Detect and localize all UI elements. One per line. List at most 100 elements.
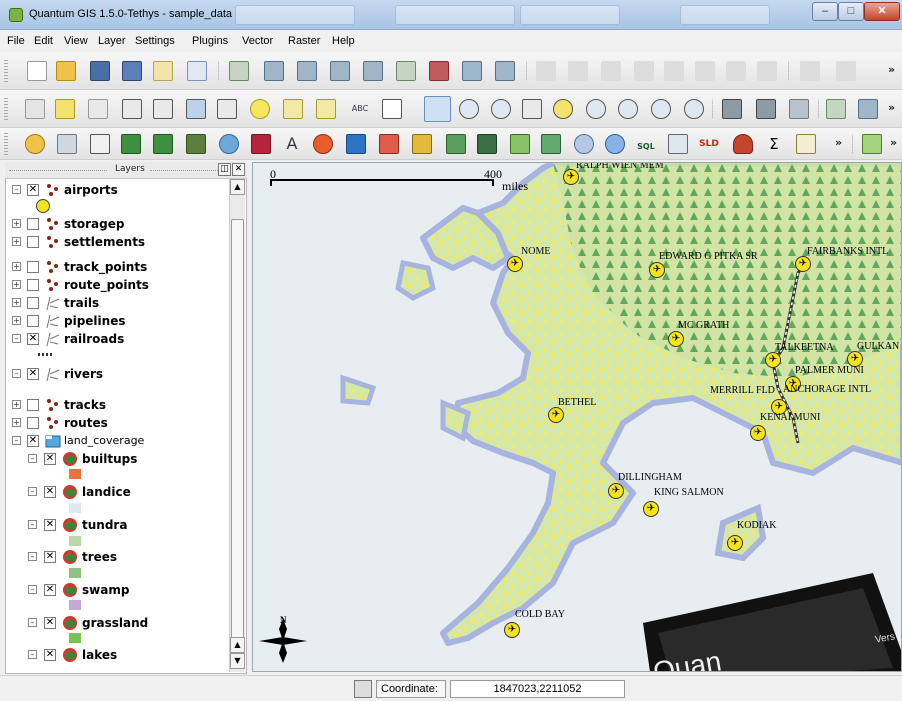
cut-features-icon[interactable]	[695, 61, 715, 81]
shapefile-import-icon[interactable]	[251, 134, 271, 154]
undo-icon[interactable]	[800, 61, 820, 81]
gps-tools-icon[interactable]	[25, 134, 45, 154]
sublayer-row-trees[interactable]: – ✕ trees	[6, 548, 230, 566]
select-tool-icon[interactable]	[25, 99, 45, 119]
coordinate-field[interactable]: 1847023,2211052	[450, 680, 625, 698]
add-vector-icon[interactable]	[264, 61, 284, 81]
layer-checkbox[interactable]: ✕	[27, 435, 39, 447]
zoom-selection-icon[interactable]	[553, 99, 573, 119]
menu-plugins[interactable]: Plugins	[192, 35, 228, 47]
map-tips-icon[interactable]	[250, 99, 270, 119]
collapse-icon[interactable]: –	[12, 436, 21, 445]
collapse-icon[interactable]: –	[28, 650, 37, 659]
menu-raster[interactable]: Raster	[288, 35, 320, 47]
menu-vector[interactable]: Vector	[242, 35, 273, 47]
color-ramp-icon[interactable]	[412, 134, 432, 154]
layer-checkbox[interactable]: ✕	[44, 519, 56, 531]
refresh-icon[interactable]	[684, 99, 704, 119]
layer-row-storagep[interactable]: + storagep	[6, 215, 230, 233]
layer-checkbox[interactable]	[27, 236, 39, 248]
layer-checkbox[interactable]	[27, 297, 39, 309]
delete-selected-icon[interactable]	[664, 61, 684, 81]
expand-icon[interactable]: +	[12, 418, 21, 427]
new-vector-layer-icon[interactable]	[495, 61, 515, 81]
panel-close-button[interactable]: ✕	[232, 163, 245, 176]
grass-open-icon[interactable]	[121, 134, 141, 154]
menu-help[interactable]: Help	[332, 35, 355, 47]
collapse-icon[interactable]: –	[28, 585, 37, 594]
menu-settings[interactable]: Settings	[135, 35, 175, 47]
label-a-icon[interactable]: A	[282, 134, 302, 154]
sublayer-row-lakes[interactable]: – ✕ lakes	[6, 646, 230, 664]
raster-stretch-icon[interactable]	[756, 99, 776, 119]
grass-vector-icon[interactable]	[153, 134, 173, 154]
layer-row-rivers[interactable]: – ✕ rivers	[6, 365, 230, 383]
zoom-out-icon[interactable]	[491, 99, 511, 119]
save-as-icon[interactable]	[122, 61, 142, 81]
layer-row-pipelines[interactable]: + pipelines	[6, 312, 230, 330]
new-bookmark-icon[interactable]	[283, 99, 303, 119]
save-edits-icon[interactable]	[568, 61, 588, 81]
copy-features-icon[interactable]	[726, 61, 746, 81]
scroll-up-icon[interactable]: ▲	[230, 637, 245, 653]
zoom-in-icon[interactable]	[459, 99, 479, 119]
layer-row-track-points[interactable]: + track_points	[6, 258, 230, 276]
menu-file[interactable]: File	[7, 35, 25, 47]
osm-icon[interactable]	[510, 134, 530, 154]
scroll-up-icon[interactable]: ▲	[230, 179, 245, 195]
digitize-icon[interactable]	[229, 61, 249, 81]
add-plugin-icon[interactable]	[862, 134, 882, 154]
menu-edit[interactable]: Edit	[34, 35, 53, 47]
expand-icon[interactable]: +	[12, 298, 21, 307]
toggle-editing-icon[interactable]	[536, 61, 556, 81]
deselect-icon[interactable]	[88, 99, 108, 119]
add-spatialite-icon[interactable]	[363, 61, 383, 81]
print-composer-icon[interactable]	[153, 61, 173, 81]
mapserver-icon[interactable]	[477, 134, 497, 154]
expand-icon[interactable]: +	[12, 280, 21, 289]
toolbar-grip[interactable]	[4, 98, 8, 120]
select-features-icon[interactable]	[55, 99, 75, 119]
layer-checkbox[interactable]	[27, 279, 39, 291]
sublayer-row-tundra[interactable]: – ✕ tundra	[6, 516, 230, 534]
add-raster-icon[interactable]	[297, 61, 317, 81]
layer-row-settlements[interactable]: + settlements	[6, 233, 230, 251]
layer-checkbox[interactable]	[27, 315, 39, 327]
close-button[interactable]: ✕	[864, 2, 900, 21]
navigation-icon[interactable]	[605, 134, 625, 154]
minimize-button[interactable]: –	[812, 2, 838, 21]
statistics-icon[interactable]: Σ	[764, 134, 784, 154]
sublayer-row-swamp[interactable]: – ✕ swamp	[6, 581, 230, 599]
raster-histogram-icon[interactable]	[722, 99, 742, 119]
collapse-icon[interactable]: –	[28, 520, 37, 529]
remove-layer-icon[interactable]	[429, 61, 449, 81]
add-wfs-icon[interactable]	[462, 61, 482, 81]
save-project-icon[interactable]	[90, 61, 110, 81]
pan-map-icon[interactable]	[424, 96, 451, 122]
capture-point-icon[interactable]	[601, 61, 621, 81]
grass-raster-icon[interactable]	[186, 134, 206, 154]
measure-line-icon[interactable]	[153, 99, 173, 119]
measure-angle-icon[interactable]	[217, 99, 237, 119]
zoom-last-icon[interactable]	[618, 99, 638, 119]
table-manager-icon[interactable]	[541, 134, 561, 154]
menu-layer[interactable]: Layer	[98, 35, 126, 47]
collapse-icon[interactable]: –	[12, 334, 21, 343]
zoom-full-icon[interactable]	[522, 99, 542, 119]
layer-row-routes[interactable]: + routes	[6, 414, 230, 432]
collapse-icon[interactable]: –	[12, 185, 21, 194]
collapse-icon[interactable]: –	[12, 369, 21, 378]
redo-icon[interactable]	[836, 61, 856, 81]
pdf-export-icon[interactable]	[379, 134, 399, 154]
open-project-icon[interactable]	[56, 61, 76, 81]
expand-icon[interactable]: +	[12, 400, 21, 409]
layer-checkbox[interactable]: ✕	[44, 584, 56, 596]
sublayer-row-builtups[interactable]: – ✕ builtups	[6, 450, 230, 468]
layer-checkbox[interactable]	[27, 261, 39, 273]
add-wms-icon[interactable]	[396, 61, 416, 81]
toolbar-grip[interactable]	[4, 60, 8, 82]
layer-checkbox[interactable]	[27, 417, 39, 429]
spatial-query-icon[interactable]	[668, 134, 688, 154]
raster-local-icon[interactable]	[789, 99, 809, 119]
expand-icon[interactable]: +	[12, 219, 21, 228]
